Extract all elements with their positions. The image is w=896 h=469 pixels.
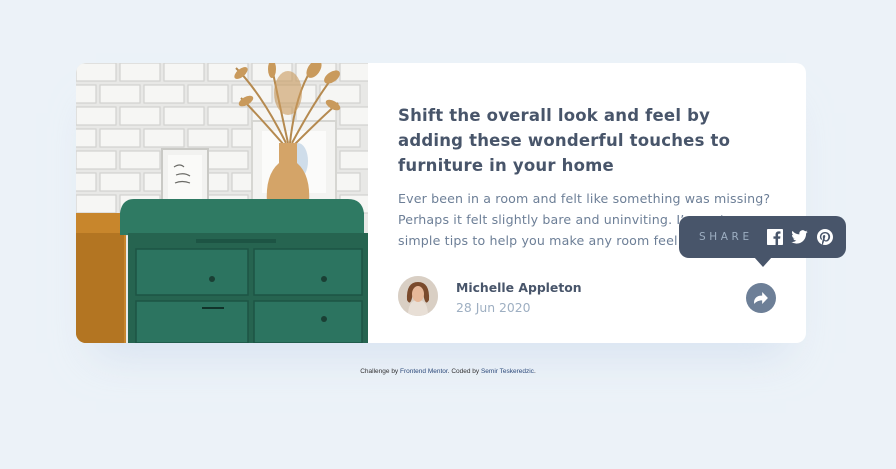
article-card: Shift the overall look and feel by addin… [76,63,806,343]
share-button[interactable] [746,283,776,313]
share-label: SHARE [699,231,753,243]
article-title: Shift the overall look and feel by addin… [398,106,731,175]
twitter-icon[interactable] [791,228,809,246]
facebook-icon[interactable] [766,228,784,246]
author-link[interactable]: Semir Teskeredzic [481,368,534,375]
attribution-prefix: Challenge by [360,368,399,375]
post-date: 28 Jun 2020 [456,300,531,315]
author-name: Michelle Appleton [456,280,582,295]
frontend-mentor-link[interactable]: Frontend Mentor [400,368,448,375]
attribution-middle: . Coded by [447,368,480,375]
share-tooltip: SHARE [679,216,846,267]
share-arrow-icon [754,292,768,304]
pinterest-icon[interactable] [816,228,834,246]
attribution: Challenge by Frontend Mentor. Coded by S… [0,368,896,375]
drawers-image [76,63,368,343]
attribution-suffix: . [533,368,536,375]
avatar [398,276,438,316]
author-row: Michelle Appleton 28 Jun 2020 [398,276,778,316]
